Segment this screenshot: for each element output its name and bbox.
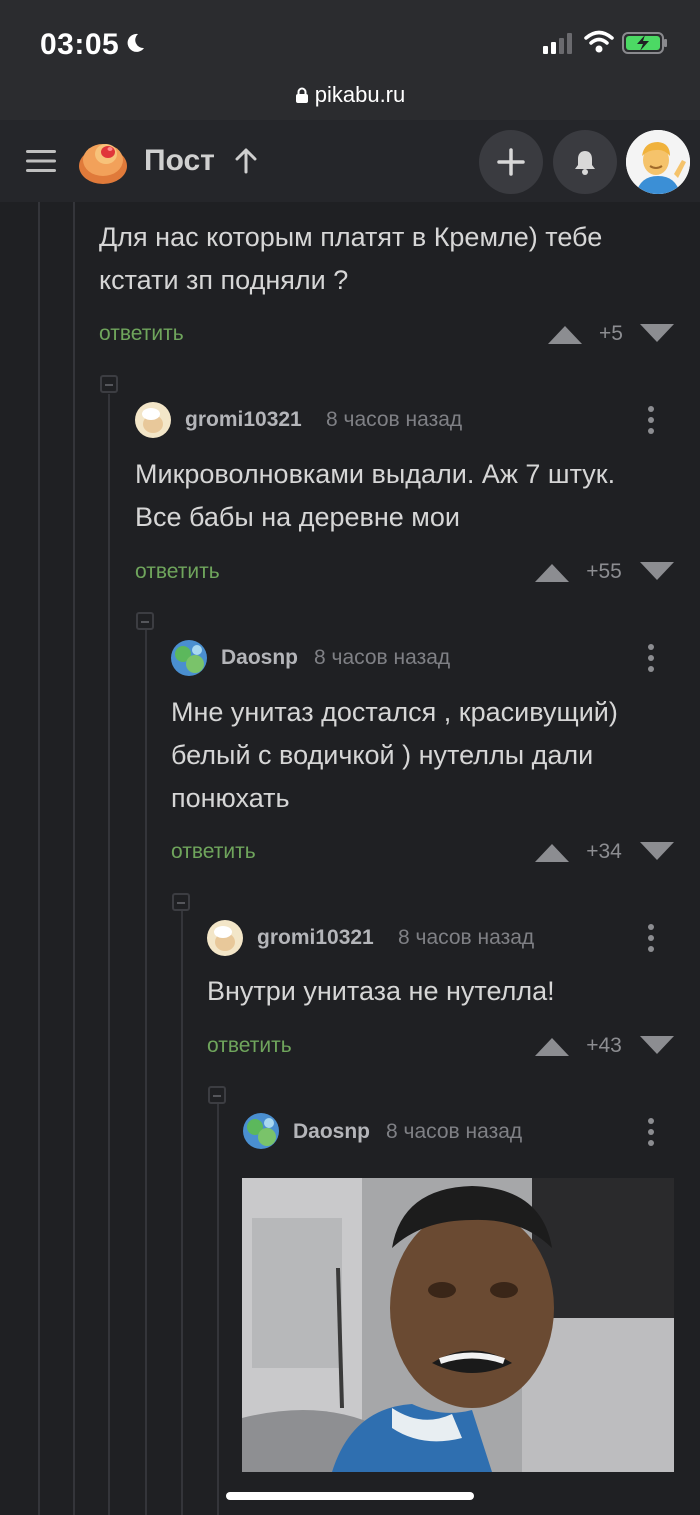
comment-text: Микроволновками выдали. Аж 7 штук. Все б…	[135, 453, 615, 539]
status-bar: 03:05 pikabu.ru	[0, 0, 700, 120]
comment-line: Микроволновками выдали. Аж 7 штук.	[135, 459, 616, 489]
add-post-button[interactable]	[479, 130, 543, 194]
comment-line: понюхать	[171, 783, 290, 813]
status-time: 03:05	[40, 28, 120, 61]
moon-icon	[127, 33, 144, 52]
collapse-button[interactable]	[100, 375, 118, 393]
vote-down-icon[interactable]	[640, 562, 674, 582]
address-bar[interactable]: pikabu.ru	[0, 82, 700, 108]
thread-line	[145, 630, 147, 1515]
user-avatar[interactable]	[626, 130, 690, 194]
avatar[interactable]	[243, 1113, 279, 1149]
comment-time: 8 часов назад	[314, 646, 451, 669]
avatar[interactable]	[207, 920, 243, 956]
home-indicator[interactable]	[226, 1492, 474, 1500]
meme-photo	[242, 1178, 674, 1472]
more-options-icon[interactable]	[647, 405, 655, 435]
comment-line: Внутри унитаза не нутелла!	[207, 976, 555, 1006]
collapse-button[interactable]	[208, 1086, 226, 1104]
battery-icon	[622, 32, 667, 54]
reply-button[interactable]: ответить	[99, 322, 184, 346]
thread-line	[181, 910, 183, 1515]
author-name[interactable]: gromi10321	[257, 926, 374, 950]
comment-score: +55	[586, 560, 622, 583]
page-title: Пост	[144, 144, 215, 177]
comment-score: +43	[586, 1034, 622, 1057]
comment-text: Для нас которым платят в Кремле) тебе кс…	[99, 216, 602, 302]
person-emoji-icon	[626, 130, 690, 194]
avatar[interactable]	[171, 640, 207, 676]
user-avatar-image	[135, 402, 171, 438]
comment-line: кстати зп подняли ?	[99, 265, 349, 295]
thread-line	[73, 202, 75, 1515]
user-avatar-image	[171, 640, 207, 676]
bell-icon	[575, 151, 595, 175]
more-options-icon[interactable]	[647, 643, 655, 673]
thread-line	[217, 1104, 219, 1515]
thread-line	[38, 202, 40, 1515]
comment-line: Для нас которым платят в Кремле) тебе	[99, 222, 603, 252]
more-options-icon[interactable]	[647, 1117, 655, 1147]
vote-up-icon[interactable]	[535, 842, 569, 862]
comment-text: Мне унитаз достался , красивущий) белый …	[171, 691, 618, 820]
avatar[interactable]	[135, 402, 171, 438]
vote-down-icon[interactable]	[640, 324, 674, 344]
wifi-icon	[584, 30, 614, 53]
signal-icon	[543, 33, 572, 54]
vote-up-icon[interactable]	[535, 1036, 569, 1056]
reply-button[interactable]: ответить	[171, 840, 256, 864]
collapse-button[interactable]	[136, 612, 154, 630]
author-name[interactable]: gromi10321	[185, 408, 302, 432]
meme-image[interactable]	[242, 1178, 674, 1472]
lock-icon	[295, 87, 308, 103]
url-text: pikabu.ru	[314, 82, 406, 107]
reply-button[interactable]: ответить	[135, 560, 220, 584]
site-header: Пост	[0, 120, 700, 202]
plus-icon	[497, 148, 525, 176]
pikabu-logo[interactable]	[76, 134, 130, 188]
thread-line	[108, 394, 110, 1515]
vote-up-icon[interactable]	[548, 324, 582, 344]
author-name[interactable]: Daosnp	[221, 646, 298, 670]
comment-line: белый с водичкой ) нутеллы дали	[171, 740, 594, 770]
user-avatar-image	[207, 920, 243, 956]
arrow-up-icon[interactable]	[234, 148, 258, 174]
comment-line: Мне унитаз достался , красивущий)	[171, 697, 618, 727]
comment-line: Все бабы на деревне мои	[135, 502, 460, 532]
comment-time: 8 часов назад	[398, 926, 535, 949]
vote-down-icon[interactable]	[640, 842, 674, 862]
reply-button[interactable]: ответить	[207, 1034, 292, 1058]
comment-time: 8 часов назад	[326, 408, 463, 431]
vote-up-icon[interactable]	[535, 562, 569, 582]
comment-text: Внутри унитаза не нутелла!	[207, 970, 555, 1013]
comment-score: +5	[599, 322, 623, 345]
vote-down-icon[interactable]	[640, 1036, 674, 1056]
more-options-icon[interactable]	[647, 923, 655, 953]
user-avatar-image	[243, 1113, 279, 1149]
notifications-button[interactable]	[553, 130, 617, 194]
author-name[interactable]: Daosnp	[293, 1120, 370, 1144]
collapse-button[interactable]	[172, 893, 190, 911]
comment-score: +34	[586, 840, 622, 863]
menu-icon[interactable]	[26, 149, 56, 173]
comment-time: 8 часов назад	[386, 1120, 523, 1143]
